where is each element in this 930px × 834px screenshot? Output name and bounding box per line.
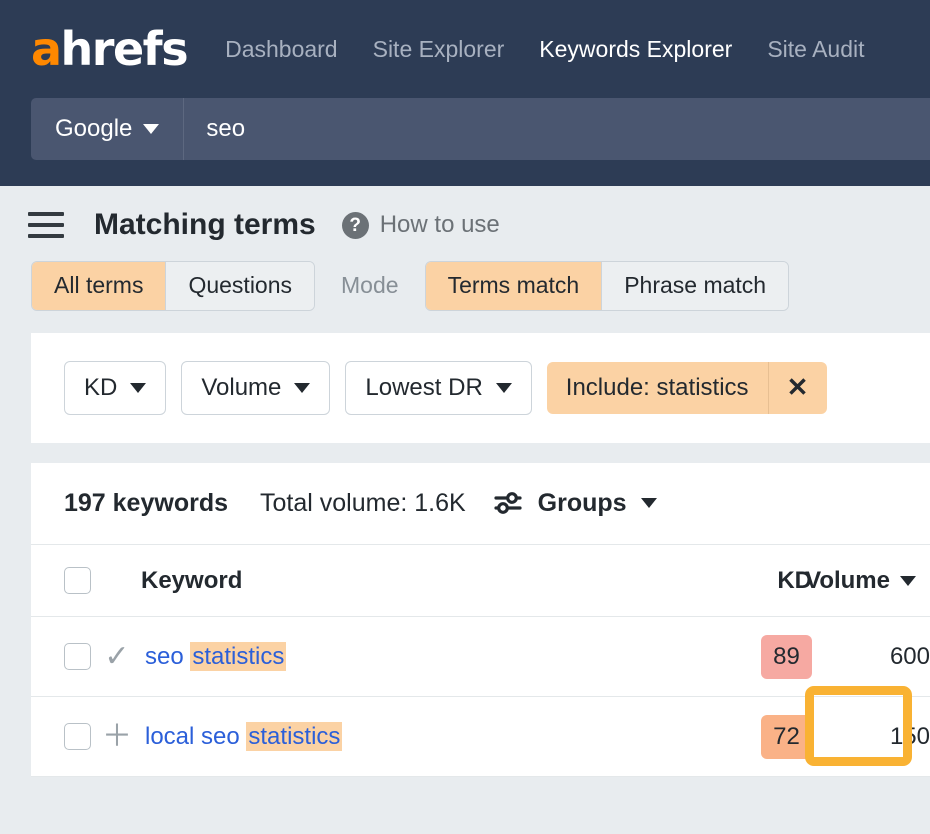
keyword-match-highlight: statistics [190, 642, 286, 671]
kd-badge: 89 [761, 635, 812, 679]
nav-row: ahrefs Dashboard Site Explorer Keywords … [0, 0, 930, 98]
keyword-text: seo [145, 643, 190, 670]
row-volume-cell: 600 [812, 617, 930, 697]
nav-link-dashboard[interactable]: Dashboard [225, 36, 338, 63]
mode-toggle-group: Terms match Phrase match [425, 261, 790, 311]
top-navigation-bar: ahrefs Dashboard Site Explorer Keywords … [0, 0, 930, 186]
search-input[interactable] [184, 98, 930, 160]
mode-label: Mode [341, 272, 399, 299]
select-all-checkbox[interactable] [64, 567, 91, 594]
chevron-down-icon [496, 383, 512, 393]
tab-all-terms[interactable]: All terms [32, 262, 166, 310]
select-all-cell [31, 545, 93, 617]
filter-volume-button[interactable]: Volume [181, 361, 330, 415]
search-row: Google [0, 98, 930, 160]
hamburger-bar [28, 234, 64, 238]
keywords-table-card: 197 keywords Total volume: 1.6K Groups [31, 463, 930, 778]
total-volume: Total volume: 1.6K [260, 489, 466, 518]
nav-link-site-audit[interactable]: Site Audit [767, 36, 864, 63]
filter-kd-button[interactable]: KD [64, 361, 166, 415]
table-row: ＋ local seo statistics 72 150 [31, 697, 930, 777]
row-select-cell [31, 617, 93, 697]
logo-text: hrefs [61, 26, 188, 72]
ahrefs-logo[interactable]: ahrefs [31, 26, 187, 72]
sliders-icon [494, 490, 524, 516]
column-header-keyword[interactable]: Keyword [141, 545, 722, 617]
row-mark-cell: ＋ [93, 697, 141, 777]
row-keyword-cell: local seo statistics [141, 697, 722, 777]
chevron-down-icon [294, 383, 310, 393]
kd-badge: 72 [761, 715, 812, 759]
row-kd-cell: 72 [722, 697, 812, 777]
chevron-down-icon [130, 383, 146, 393]
mark-header-cell [93, 545, 141, 617]
column-header-volume-label: Volume [805, 567, 890, 595]
how-to-use-label: How to use [380, 211, 500, 239]
nav-link-site-explorer[interactable]: Site Explorer [373, 36, 505, 63]
sort-descending-icon [900, 576, 916, 586]
filter-bar: KD Volume Lowest DR Include: statistics … [31, 333, 930, 443]
page-header: Matching terms ? How to use [0, 186, 930, 242]
tab-questions[interactable]: Questions [166, 262, 314, 310]
active-filter-label[interactable]: Include: statistics [547, 362, 769, 414]
row-volume-cell: 150 [812, 697, 930, 777]
how-to-use-link[interactable]: ? How to use [342, 211, 500, 239]
row-kd-cell: 89 [722, 617, 812, 697]
table-row: ✓ seo statistics 89 600 [31, 617, 930, 697]
table-header-row: Keyword KD Volume [31, 545, 930, 617]
close-icon[interactable]: ✕ [769, 362, 827, 414]
column-header-kd[interactable]: KD [722, 545, 812, 617]
plus-icon[interactable]: ＋ [93, 722, 141, 752]
row-select-cell [31, 697, 93, 777]
filter-lowest-dr-button[interactable]: Lowest DR [345, 361, 531, 415]
groups-button[interactable]: Groups [494, 489, 657, 518]
row-checkbox[interactable] [64, 723, 91, 750]
table-body: ✓ seo statistics 89 600 ＋ local seo [31, 617, 930, 777]
keyword-count: 197 keywords [64, 489, 228, 518]
hamburger-bar [28, 223, 64, 227]
question-mark-icon: ? [342, 212, 369, 239]
search-bar: Google [31, 98, 930, 160]
chevron-down-icon [143, 124, 159, 134]
filter-volume-label: Volume [201, 372, 281, 404]
terms-toggle-group: All terms Questions [31, 261, 315, 311]
keywords-table: Keyword KD Volume ✓ [31, 545, 930, 778]
search-engine-selector[interactable]: Google [31, 98, 184, 160]
filter-lowest-dr-label: Lowest DR [365, 372, 482, 404]
keyword-match-highlight: statistics [246, 722, 342, 751]
tab-phrase-match[interactable]: Phrase match [602, 262, 788, 310]
hamburger-bar [28, 212, 64, 216]
search-engine-label: Google [55, 115, 132, 143]
nav-link-keywords-explorer[interactable]: Keywords Explorer [539, 36, 732, 63]
logo-letter-a: a [31, 26, 61, 72]
table-header: Keyword KD Volume [31, 545, 930, 617]
active-filter-chip: Include: statistics ✕ [547, 362, 827, 414]
check-icon[interactable]: ✓ [93, 642, 141, 672]
keyword-link[interactable]: local seo statistics [141, 723, 342, 751]
summary-row: 197 keywords Total volume: 1.6K Groups [31, 463, 930, 545]
keyword-link[interactable]: seo statistics [141, 643, 286, 671]
row-checkbox[interactable] [64, 643, 91, 670]
column-header-keyword-label: Keyword [141, 567, 242, 594]
keyword-text: local seo [145, 723, 246, 750]
row-mark-cell: ✓ [93, 617, 141, 697]
groups-label: Groups [538, 489, 627, 518]
filter-kd-label: KD [84, 372, 117, 404]
page-title: Matching terms [94, 208, 316, 242]
column-header-volume[interactable]: Volume [812, 545, 930, 617]
row-keyword-cell: seo statistics [141, 617, 722, 697]
hamburger-icon[interactable] [28, 212, 64, 238]
tabs-row: All terms Questions Mode Terms match Phr… [0, 242, 930, 311]
tab-terms-match[interactable]: Terms match [426, 262, 603, 310]
chevron-down-icon [641, 498, 657, 508]
nav-links: Dashboard Site Explorer Keywords Explore… [225, 36, 864, 63]
